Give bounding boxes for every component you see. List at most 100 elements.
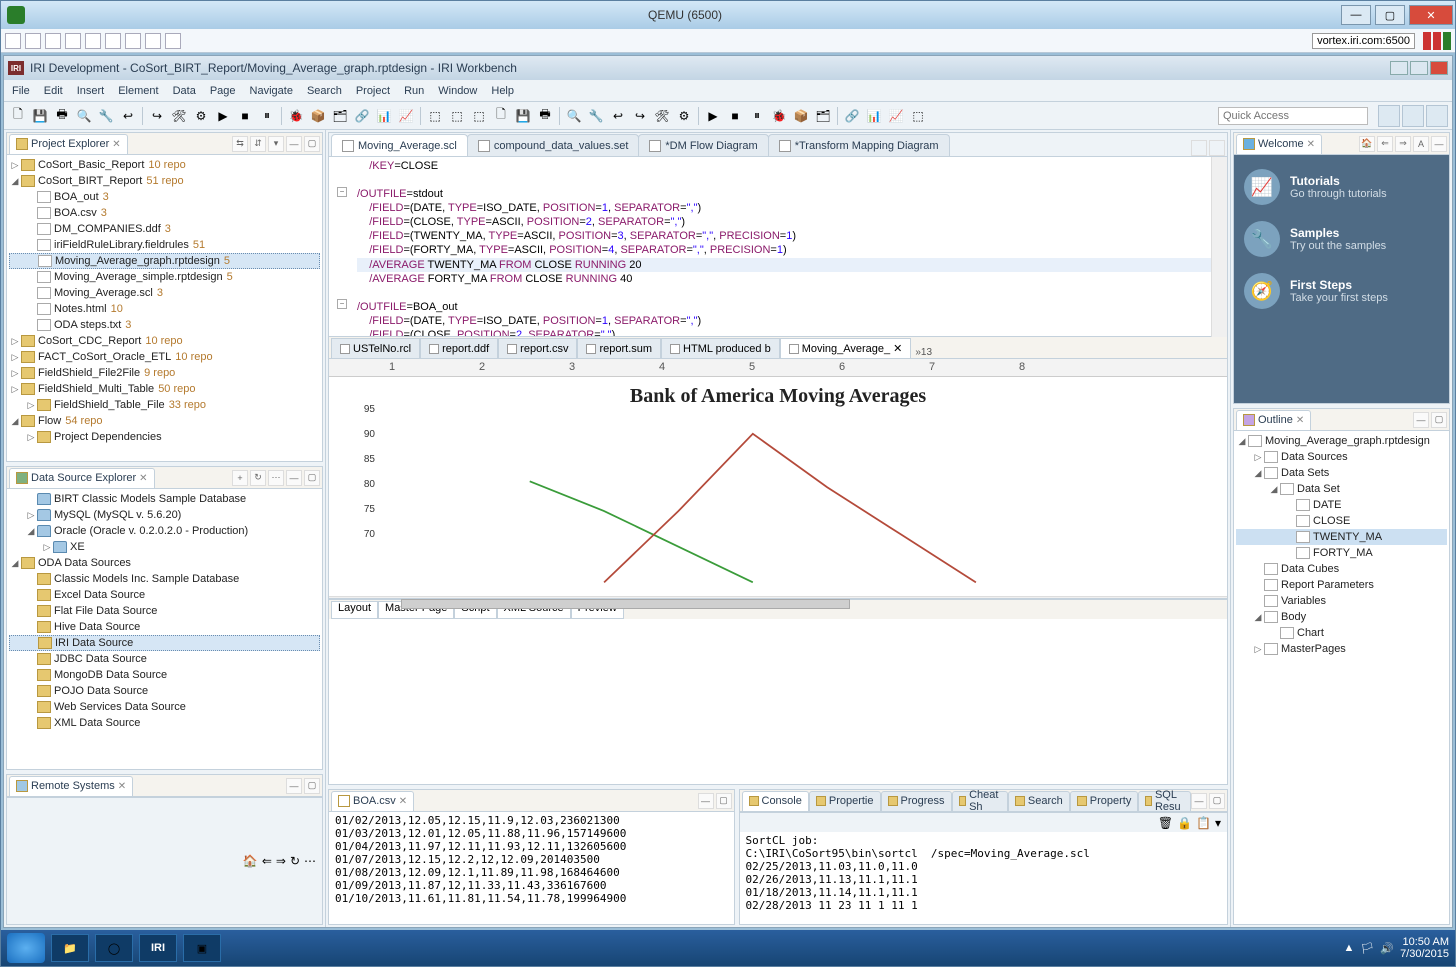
welcome-item[interactable]: 🔧SamplesTry out the samples: [1234, 213, 1449, 265]
rs-icon[interactable]: ⇐: [262, 854, 272, 868]
menu-insert[interactable]: Insert: [77, 85, 105, 97]
toolbar-icon[interactable]: 🔧: [586, 106, 606, 126]
taskbar-iri-icon[interactable]: IRI: [139, 934, 177, 962]
tree-item[interactable]: BOA_out 3: [9, 189, 320, 205]
data-source-explorer-tab[interactable]: Data Source Explorer ✕: [9, 468, 155, 488]
menu-search[interactable]: Search: [307, 85, 342, 97]
tree-item[interactable]: ODA steps.txt 3: [9, 317, 320, 333]
tree-item[interactable]: ◢Moving_Average_graph.rptdesign: [1236, 433, 1447, 449]
tree-item[interactable]: JDBC Data Source: [9, 651, 320, 667]
home-icon[interactable]: 🏠: [1359, 136, 1375, 152]
qemu-url-field[interactable]: vortex.iri.com:6500: [1312, 33, 1415, 49]
tree-item[interactable]: ◢Body: [1236, 609, 1447, 625]
rs-icon[interactable]: ↻: [290, 854, 300, 868]
tree-item[interactable]: TWENTY_MA: [1236, 529, 1447, 545]
toolbar-icon[interactable]: ⏸: [257, 106, 277, 126]
remote-systems-tab[interactable]: Remote Systems ✕: [9, 776, 133, 796]
project-explorer-tab[interactable]: Project Explorer ✕: [9, 134, 128, 154]
tree-item[interactable]: ◢Oracle (Oracle v. 0.2.0.2.0 - Productio…: [9, 523, 320, 539]
toolbar-icon[interactable]: 🔍: [564, 106, 584, 126]
qemu-tool-icon[interactable]: [25, 33, 41, 49]
editor-tab[interactable]: Moving_Average.scl: [331, 134, 468, 156]
toolbar-icon[interactable]: ↪: [630, 106, 650, 126]
view-menu-icon[interactable]: ▾: [268, 136, 284, 152]
page-tab-layout[interactable]: Layout: [331, 601, 378, 619]
console-icon[interactable]: 🗑: [1158, 816, 1173, 830]
maximize-icon[interactable]: ▢: [716, 793, 732, 809]
minimize-icon[interactable]: —: [286, 136, 302, 152]
close-icon[interactable]: ✕: [1296, 415, 1304, 426]
app-close-button[interactable]: [1430, 61, 1448, 75]
tree-item[interactable]: DATE: [1236, 497, 1447, 513]
zoom-icon[interactable]: A: [1413, 136, 1429, 152]
console-icon[interactable]: ▾: [1215, 816, 1221, 830]
bottom-tab-propertie[interactable]: Propertie: [809, 791, 881, 811]
menu-page[interactable]: Page: [210, 85, 236, 97]
tree-item[interactable]: Variables: [1236, 593, 1447, 609]
minimize-icon[interactable]: —: [1191, 793, 1207, 809]
toolbar-icon[interactable]: ⏸: [747, 106, 767, 126]
toolbar-icon[interactable]: ↪: [147, 106, 167, 126]
editor-tab[interactable]: *Transform Mapping Diagram: [768, 134, 950, 156]
tray-icon[interactable]: 🏳: [1360, 942, 1374, 955]
data-source-tree[interactable]: BIRT Classic Models Sample Database▷MySQ…: [7, 489, 322, 733]
app-min-button[interactable]: [1390, 61, 1408, 75]
tree-item[interactable]: ▷MasterPages: [1236, 641, 1447, 657]
menu-data[interactable]: Data: [173, 85, 196, 97]
toolbar-icon[interactable]: ↩: [118, 106, 138, 126]
tree-item[interactable]: XML Data Source: [9, 715, 320, 731]
toolbar-icon[interactable]: 🗂: [813, 106, 833, 126]
menu-run[interactable]: Run: [404, 85, 424, 97]
bottom-tab-cheat sh[interactable]: Cheat Sh: [952, 791, 1008, 811]
toolbar-icon[interactable]: 🔗: [842, 106, 862, 126]
tree-item[interactable]: ▷FieldShield_File2File 9 repo: [9, 365, 320, 381]
minimize-icon[interactable]: —: [1431, 136, 1447, 152]
toolbar-icon[interactable]: 🛠: [169, 106, 189, 126]
sub-editor-tab[interactable]: report.sum: [577, 338, 661, 358]
tray-icon[interactable]: ▲: [1344, 942, 1355, 954]
outline-tab[interactable]: Outline ✕: [1236, 410, 1311, 430]
tree-item[interactable]: Moving_Average_simple.rptdesign 5: [9, 269, 320, 285]
qemu-tool-icon[interactable]: [5, 33, 21, 49]
close-icon[interactable]: ✕: [139, 473, 147, 484]
link-editor-icon[interactable]: ⇵: [250, 136, 266, 152]
menu-window[interactable]: Window: [438, 85, 477, 97]
outline-tree[interactable]: ◢Moving_Average_graph.rptdesign▷Data Sou…: [1234, 431, 1449, 659]
tree-item[interactable]: ▷FieldShield_Multi_Table 50 repo: [9, 381, 320, 397]
menu-file[interactable]: File: [12, 85, 30, 97]
qemu-tool-icon[interactable]: [145, 33, 161, 49]
perspective-button[interactable]: [1378, 105, 1400, 127]
perspective-button[interactable]: [1426, 105, 1448, 127]
toolbar-icon[interactable]: 🐞: [769, 106, 789, 126]
tree-item[interactable]: Excel Data Source: [9, 587, 320, 603]
tree-item[interactable]: Notes.html 10: [9, 301, 320, 317]
boa-csv-tab[interactable]: BOA.csv ✕: [331, 791, 414, 811]
tree-item[interactable]: Report Parameters: [1236, 577, 1447, 593]
welcome-item[interactable]: 📈TutorialsGo through tutorials: [1234, 161, 1449, 213]
tree-item[interactable]: ◢Data Sets: [1236, 465, 1447, 481]
toolbar-icon[interactable]: ⬚: [425, 106, 445, 126]
taskbar-cmd-icon[interactable]: ▣: [183, 934, 221, 962]
tree-item[interactable]: Moving_Average_graph.rptdesign 5: [9, 253, 320, 269]
csv-content[interactable]: 01/02/2013,12.05,12.15,11.9,12.03,236021…: [329, 812, 734, 924]
tray-icon[interactable]: 🔊: [1380, 942, 1394, 955]
perspective-button[interactable]: [1402, 105, 1424, 127]
tree-item[interactable]: MongoDB Data Source: [9, 667, 320, 683]
tree-item[interactable]: DM_COMPANIES.ddf 3: [9, 221, 320, 237]
tree-item[interactable]: ◢Flow 54 repo: [9, 413, 320, 429]
menu-edit[interactable]: Edit: [44, 85, 63, 97]
toolbar-icon[interactable]: ⋯: [268, 470, 284, 486]
console-output[interactable]: SortCL job: C:\IRI\CoSort95\bin\sortcl /…: [740, 832, 1228, 924]
quick-access-input[interactable]: [1218, 107, 1368, 125]
console-icon[interactable]: 🔒: [1177, 816, 1192, 830]
toolbar-icon[interactable]: ■: [725, 106, 745, 126]
minimize-icon[interactable]: —: [698, 793, 714, 809]
menu-help[interactable]: Help: [491, 85, 514, 97]
tree-item[interactable]: ◢CoSort_BIRT_Report 51 repo: [9, 173, 320, 189]
system-clock[interactable]: 10:50 AM 7/30/2015: [1400, 936, 1449, 960]
editor-tab[interactable]: *DM Flow Diagram: [638, 134, 768, 156]
toolbar-icon[interactable]: ⬚: [908, 106, 928, 126]
tree-item[interactable]: ▷CoSort_CDC_Report 10 repo: [9, 333, 320, 349]
tree-item[interactable]: ▷FieldShield_Table_File 33 repo: [9, 397, 320, 413]
maximize-icon[interactable]: ▢: [304, 778, 320, 794]
